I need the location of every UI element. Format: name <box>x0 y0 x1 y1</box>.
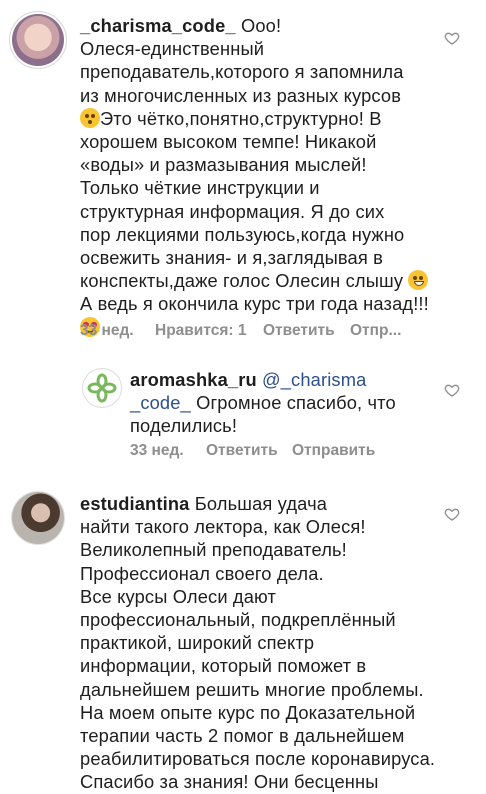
reply-button[interactable]: Ответить <box>206 442 278 460</box>
reply-button[interactable]: Ответить <box>263 322 335 340</box>
comment-text: estudiantina Большая удача найти такого … <box>80 493 436 793</box>
hushed-face-emoji-icon <box>80 107 100 128</box>
comment-estudiantina: estudiantina Большая удача найти такого … <box>0 484 486 792</box>
reply-time[interactable]: 33 нед. <box>130 442 184 460</box>
comment-text: _charisma_code_ Ооо! Олеся-единственный … <box>80 14 429 339</box>
comment-meta: 33 нед. Нравится: 1 Ответить Отпр... <box>80 322 460 342</box>
avatar[interactable] <box>12 14 64 66</box>
avatar[interactable] <box>82 368 122 408</box>
reply-username[interactable]: aromashka_ru <box>130 369 257 390</box>
likes-count[interactable]: Нравится: 1 <box>155 322 246 340</box>
comment-username[interactable]: _charisma_code_ <box>80 15 236 36</box>
like-heart-icon[interactable] <box>444 30 460 46</box>
grinning-face-emoji-icon <box>408 270 429 291</box>
mention-link-cont[interactable]: _code_ <box>130 392 191 413</box>
comment-charisma: _charisma_code_ Ооо! Олеся-единственный … <box>0 0 486 340</box>
reply-text: aromashka_ru @_charisma _code_ Огромное … <box>130 369 396 437</box>
like-heart-icon[interactable] <box>444 382 460 398</box>
comment-time[interactable]: 33 нед. <box>80 322 134 340</box>
like-heart-icon[interactable] <box>444 506 460 522</box>
reply-aromashka: aromashka_ru @_charisma _code_ Огромное … <box>0 360 486 470</box>
aromashka-logo-icon <box>87 373 117 403</box>
mention-link[interactable]: @_charisma <box>262 369 366 390</box>
avatar[interactable] <box>12 492 64 544</box>
send-button[interactable]: Отпр... <box>350 322 401 340</box>
comment-username[interactable]: estudiantina <box>80 493 189 514</box>
send-button[interactable]: Отправить <box>292 442 375 460</box>
reply-meta: 33 нед. Ответить Отправить <box>130 442 450 462</box>
